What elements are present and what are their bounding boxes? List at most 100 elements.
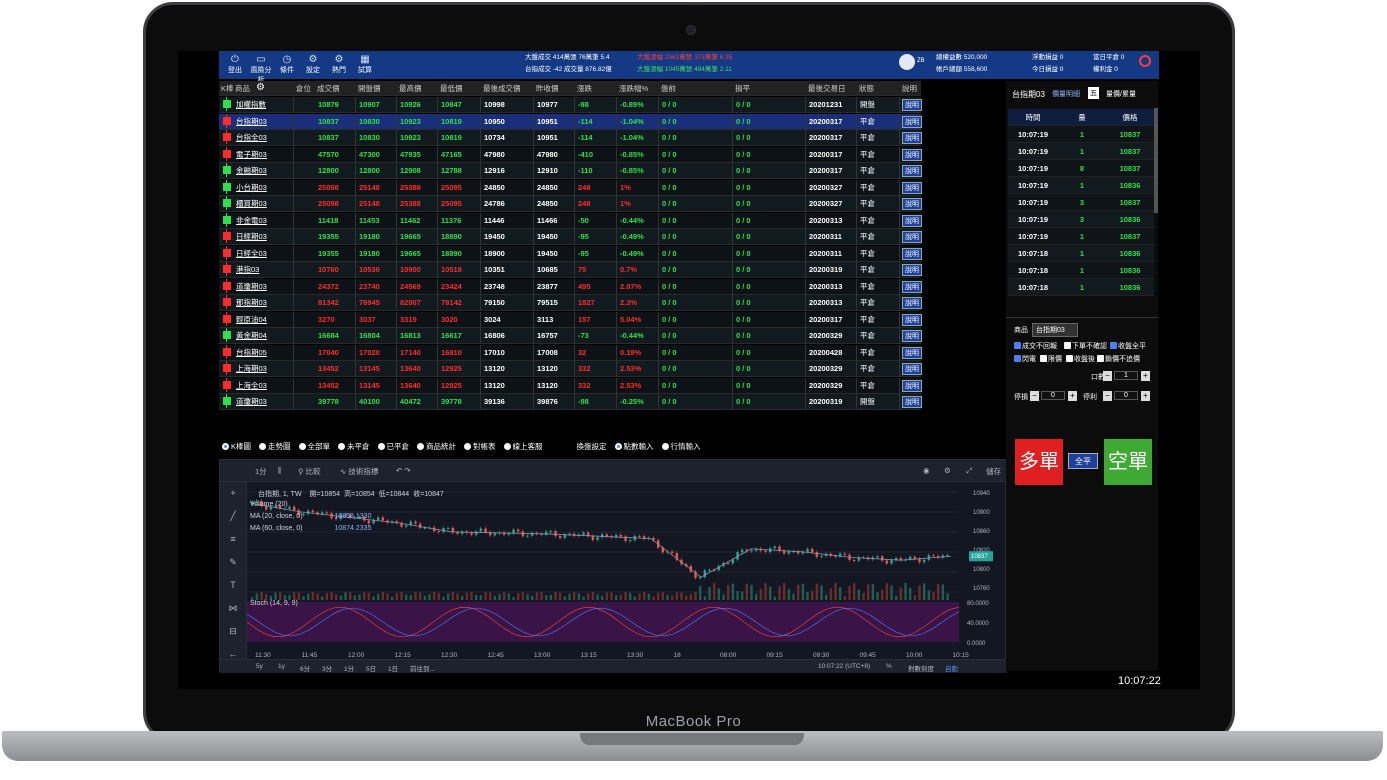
percent-toggle[interactable]: %	[886, 663, 892, 670]
explain-button[interactable]: 說明	[902, 313, 922, 326]
stop-loss-value[interactable]: 0	[1041, 391, 1065, 400]
stop-loss-minus[interactable]: −	[1030, 391, 1039, 401]
indicators-button[interactable]: ∿ 技術指標	[340, 466, 378, 477]
table-header-cell[interactable]: 盤前	[661, 81, 735, 97]
ruler-icon[interactable]: ⊟	[220, 620, 246, 643]
range-button[interactable]: 5日	[366, 663, 376, 673]
toolbar-button-5[interactable]: ▦ 試算	[353, 54, 377, 75]
cell-name[interactable]: 金融期03	[236, 163, 274, 179]
table-row[interactable]: 台指全03 10837 10830 10923 10819 10734 10951 -114 -…	[219, 130, 922, 146]
radio-option[interactable]: 商品統計	[417, 442, 456, 451]
table-row[interactable]: 小台期03 25098 25148 25388 25095 24850 24850 248 1%…	[219, 179, 922, 196]
cell-name[interactable]: 櫃買期03	[236, 196, 274, 212]
table-row[interactable]: 上海全03 13452 13145 13640 12925 13120 13120 332 2.…	[219, 377, 922, 394]
option-checkbox[interactable]: 收盤全平	[1110, 341, 1146, 351]
table-row[interactable]: 台指期03 10837 10830 10923 10819 10950 10951 -114 -…	[219, 113, 922, 130]
explain-button[interactable]: 說明	[902, 330, 922, 342]
take-profit-minus[interactable]: −	[1103, 391, 1112, 401]
cell-name[interactable]: 台指全03	[236, 130, 274, 146]
cell-name[interactable]: 輕原油04	[236, 312, 274, 328]
take-profit-value[interactable]: 0	[1114, 391, 1138, 400]
table-header-cell[interactable]: 狀態	[859, 81, 899, 97]
take-profit-plus[interactable]: +	[1141, 391, 1150, 401]
radio-option[interactable]: 線上客服	[503, 442, 543, 451]
explain-button[interactable]: 說明	[902, 231, 922, 243]
toolbar-button-2[interactable]: ◷ 條件	[275, 54, 299, 75]
fib-icon[interactable]: ≡	[220, 528, 246, 551]
qty-plus[interactable]: +	[1141, 371, 1150, 381]
tab-five[interactable]: 五	[1088, 87, 1099, 99]
cell-name[interactable]: 台指期03	[236, 114, 274, 130]
cell-name[interactable]: 日經期03	[236, 229, 274, 245]
cell-name[interactable]: 道瓊期03	[236, 279, 274, 295]
range-button[interactable]: 前往到...	[410, 663, 435, 673]
cell-name[interactable]: 黃金期04	[236, 328, 274, 344]
log-toggle[interactable]: 對數刻度	[908, 663, 934, 673]
table-header-cell[interactable]: 昨收價	[536, 81, 576, 97]
explain-button[interactable]: 說明	[902, 247, 922, 260]
pattern-icon[interactable]: ⋈	[220, 597, 246, 620]
cell-name[interactable]: 上海全03	[236, 378, 274, 394]
explain-button[interactable]: 說明	[902, 363, 922, 375]
tab-ticks[interactable]: 價量明細	[1052, 89, 1080, 99]
option-checkbox[interactable]: 閃電	[1014, 354, 1036, 364]
option-checkbox[interactable]: 鎖價不追價	[1097, 354, 1140, 364]
cell-name[interactable]: 非金電03	[236, 213, 274, 229]
table-row[interactable]: 台指期05 17040 17020 17140 16810 17010 17008 32 0.1…	[219, 344, 922, 361]
toolbar-button-3[interactable]: ⚙ 設定	[301, 54, 325, 75]
explain-button[interactable]: 說明	[902, 264, 922, 276]
table-row[interactable]: 道瓊期03 39778 40100 40472 39778 39136 39876 -98 -0…	[219, 394, 922, 410]
chart-canvas[interactable]: 10940109001086010820108001076080.000040.…	[247, 482, 1007, 659]
table-header-cell[interactable]: 最後交易日	[808, 81, 860, 97]
table-row[interactable]: 那指期03 81342 78945 82007 78142 79150 79515 1827 2…	[219, 295, 922, 311]
table-header-cell[interactable]: 成交價	[317, 81, 357, 97]
cell-name[interactable]: 道瓊期03	[236, 394, 274, 410]
explain-button[interactable]: 說明	[902, 99, 922, 111]
table-row[interactable]: 港指03 10760 10530 10900 10519 10351 10685 75 0.7%…	[219, 262, 922, 278]
table-row[interactable]: 黃金期04 16684 16804 16813 16617 16806 16757 -73 -0…	[219, 328, 922, 344]
range-button[interactable]: 5y	[256, 663, 263, 670]
radio-option[interactable]: K棒圖	[222, 442, 251, 451]
option-checkbox[interactable]: 限價	[1040, 354, 1062, 364]
option-checkbox[interactable]: 下單不確認	[1064, 341, 1107, 351]
cell-name[interactable]: 加權指數	[236, 97, 274, 113]
table-row[interactable]: 輕原油04 3270 3037 3319 3020 3024 3113 157 5.04% 0 /…	[219, 311, 922, 328]
cell-name[interactable]: 台指期05	[236, 345, 274, 361]
flat-all-button[interactable]: 全平	[1068, 453, 1098, 469]
order-product-select[interactable]: 台指期03	[1032, 323, 1078, 337]
auto-toggle[interactable]: 自動	[945, 663, 958, 673]
explain-button[interactable]: 說明	[902, 115, 922, 128]
explain-button[interactable]: 說明	[902, 132, 922, 144]
interval-select[interactable]: 1分	[255, 466, 267, 477]
radio-option[interactable]: 走勢圖	[259, 442, 291, 451]
table-header-cell[interactable]: 最低價	[440, 81, 480, 97]
radio-option[interactable]: 未平倉	[338, 442, 370, 451]
table-header-cell[interactable]: 損平	[735, 81, 807, 97]
explain-button[interactable]: 說明	[902, 297, 922, 309]
table-row[interactable]: 日經期03 19355 19180 19665 18890 19450 19450 -95 -0…	[219, 229, 922, 245]
table-row[interactable]: 日經全03 19355 19180 19665 18890 18900 19450 -95 -0…	[219, 245, 922, 262]
brush-icon[interactable]: ✎	[220, 551, 246, 574]
logout-icon[interactable]	[1139, 55, 1151, 67]
range-button[interactable]: 1日	[388, 663, 398, 673]
table-header-cell[interactable]: 倉位	[296, 81, 316, 97]
table-header-cell[interactable]: 商品	[235, 81, 273, 97]
table-header-cell[interactable]: 說明	[902, 81, 923, 97]
option-checkbox[interactable]: 成交不回報	[1014, 341, 1057, 351]
undo-icon[interactable]: ↶ ↷	[396, 466, 411, 475]
cell-name[interactable]: 電子期03	[236, 147, 274, 163]
buy-button[interactable]: 多單	[1015, 439, 1063, 485]
radio-option[interactable]: 全部單	[298, 442, 330, 451]
table-row[interactable]: 非金電03 11418 11453 11462 11376 11446 11466 -50 -0…	[219, 212, 922, 229]
table-header-cell[interactable]: 開盤價	[358, 81, 398, 97]
sell-button[interactable]: 空單	[1104, 439, 1152, 485]
avatar[interactable]	[899, 54, 915, 70]
range-button[interactable]: 1分	[344, 663, 354, 673]
gear-icon[interactable]: ⚙	[256, 82, 265, 93]
range-button[interactable]: 3分	[322, 663, 332, 673]
table-row[interactable]: 電子期03 47570 47300 47935 47165 47980 47980 -410 -…	[219, 146, 922, 163]
cell-name[interactable]: 港指03	[236, 262, 274, 278]
qty-value[interactable]: 1	[1114, 371, 1138, 380]
table-row[interactable]: 道瓊期03 24372 23740 24569 23424 23748 23877 495 2.…	[219, 278, 922, 295]
explain-button[interactable]: 說明	[902, 280, 922, 293]
